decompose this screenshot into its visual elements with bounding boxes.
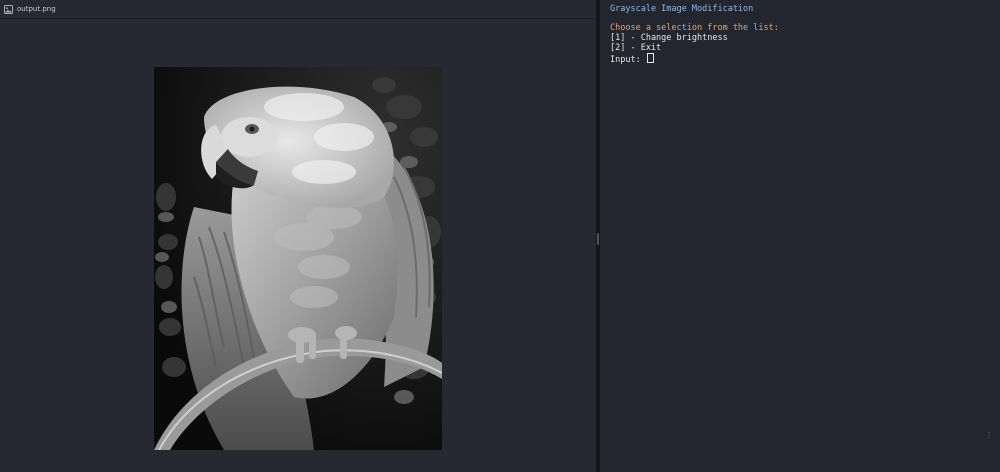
app-window: output.png Grayscale Image Modification … <box>0 0 1000 472</box>
image-file-icon <box>4 4 13 14</box>
tab-output-png[interactable]: output.png <box>0 0 56 18</box>
image-viewer-pane: output.png <box>0 0 596 472</box>
tab-label: output.png <box>17 5 56 13</box>
splitter-grip-handle[interactable] <box>597 233 599 245</box>
menu-option-change-brightness: [1] - Change brightness <box>610 33 728 43</box>
terminal-prompt: Choose a selection from the list: <box>610 23 779 33</box>
scroll-indicator-icon: ⋮ <box>985 431 993 440</box>
terminal-input-line[interactable]: Input: <box>610 53 654 65</box>
input-label: Input: <box>610 55 646 65</box>
tab-divider <box>0 18 596 19</box>
parrot-image <box>154 67 442 450</box>
text-cursor[interactable] <box>646 53 654 63</box>
terminal-title: Grayscale Image Modification <box>610 4 754 14</box>
menu-option-exit: [2] - Exit <box>610 43 662 53</box>
terminal-pane[interactable]: Grayscale Image Modification Choose a se… <box>600 0 1000 472</box>
